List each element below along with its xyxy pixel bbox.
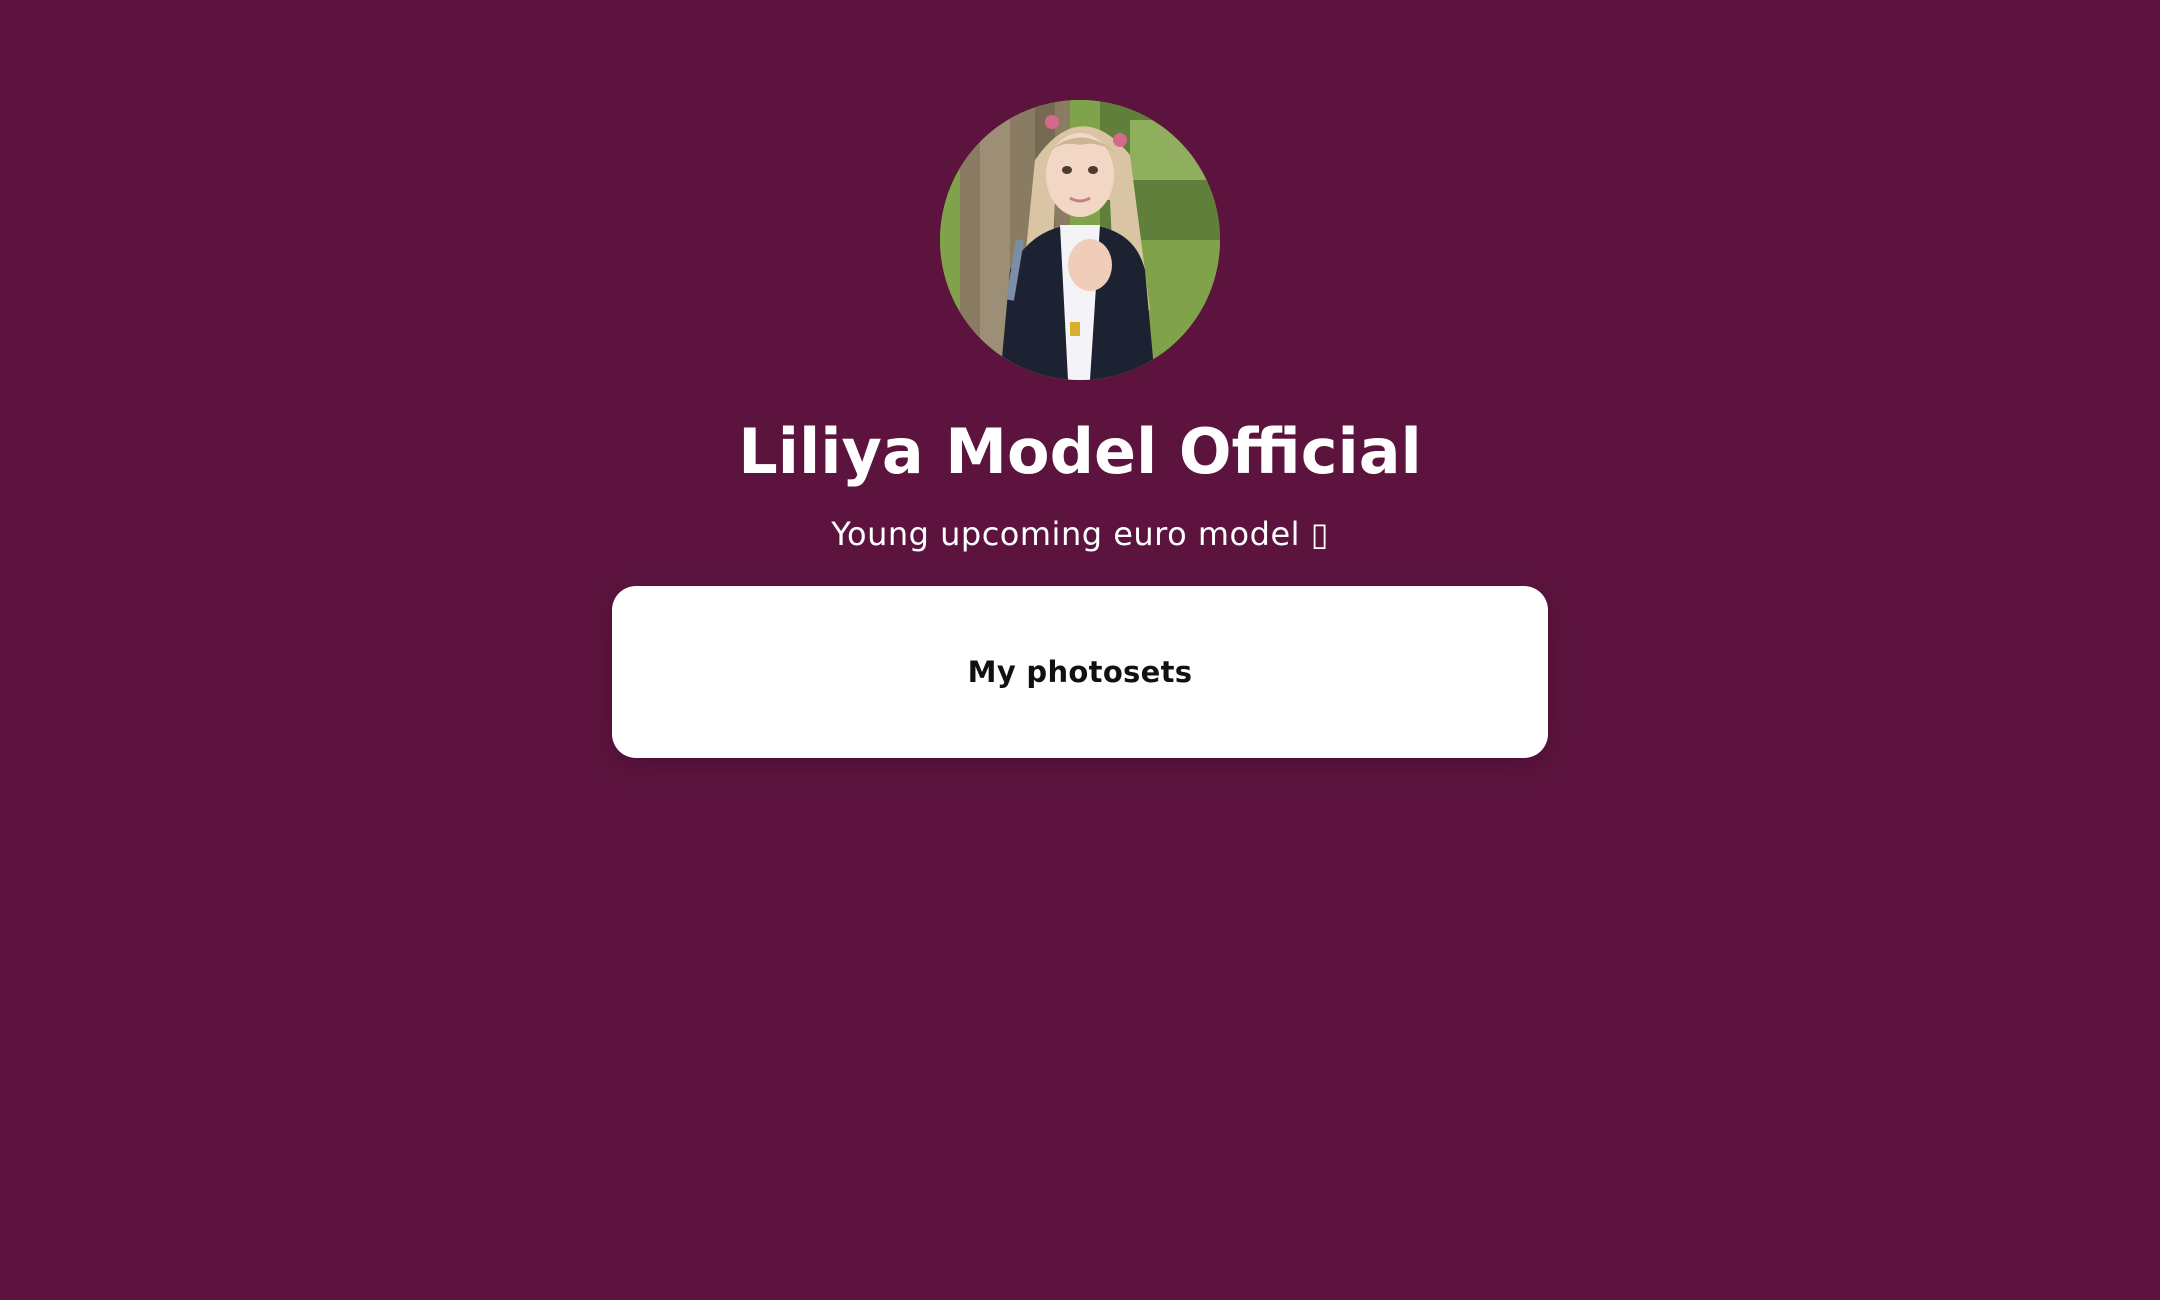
profile-photo-icon bbox=[940, 100, 1220, 380]
link-button-my-photosets[interactable]: My photosets bbox=[612, 586, 1548, 758]
profile-page: Liliya Model Official Young upcoming eur… bbox=[0, 0, 2160, 1300]
avatar bbox=[940, 100, 1220, 380]
profile-name: Liliya Model Official bbox=[738, 415, 1422, 488]
link-button-label: My photosets bbox=[967, 655, 1193, 689]
profile-bio: Young upcoming euro model ▯ bbox=[831, 515, 1329, 553]
